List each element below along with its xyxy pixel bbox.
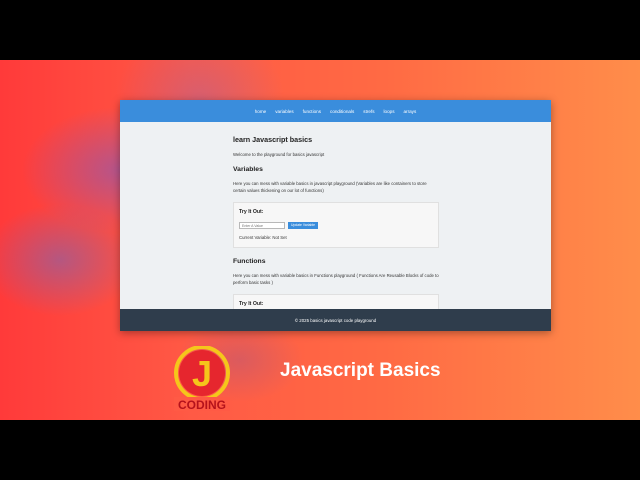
variables-input-row: Update Variable <box>239 222 433 230</box>
functions-description: Here you can mess with variable basics i… <box>233 273 439 285</box>
functions-try-title: Try It Out: <box>239 301 264 308</box>
update-variable-button[interactable]: Update Variable <box>288 222 319 230</box>
nav-link-functions[interactable]: functions <box>303 109 321 114</box>
footer-text: © 2025 basics javascript code playground <box>294 317 377 323</box>
variables-try-title: Try It Out: <box>239 209 264 216</box>
video-caption: Javascript Basics <box>280 360 441 381</box>
main-content: learn Javascript basics Welcome to the p… <box>233 135 439 331</box>
navbar: home variables functions conditionals st… <box>120 100 551 122</box>
variables-description: Here you can mess with variable basics i… <box>233 181 427 193</box>
variable-value-input[interactable] <box>239 222 285 230</box>
welcome-text: Welcome to the playground for basics jav… <box>233 152 325 157</box>
nav-link-loops[interactable]: loops <box>384 109 395 114</box>
page-title: learn Javascript basics <box>233 135 313 144</box>
nav-link-strefs[interactable]: strefs <box>363 109 374 114</box>
video-banner: home variables functions conditionals st… <box>0 60 640 420</box>
variables-heading: Variables <box>233 166 263 174</box>
logo-letter: J <box>192 353 212 394</box>
functions-heading: Functions <box>233 258 266 266</box>
nav-link-conditionals[interactable]: conditionals <box>330 109 354 114</box>
variables-try-box: Try It Out: Update Variable Current Vari… <box>233 202 439 249</box>
coding-logo: J CODING <box>172 345 232 412</box>
j-coding-logo-icon: J CODING <box>174 345 230 412</box>
footer: © 2025 basics javascript code playground <box>120 309 551 331</box>
nav-link-arrays[interactable]: arrays <box>404 109 417 114</box>
website-screenshot: home variables functions conditionals st… <box>120 100 551 331</box>
logo-word: CODING <box>178 398 226 412</box>
nav-link-home[interactable]: home <box>255 109 267 114</box>
current-variable-text: Current Variable: Not Set <box>239 235 287 241</box>
nav-link-variables[interactable]: variables <box>275 109 293 114</box>
